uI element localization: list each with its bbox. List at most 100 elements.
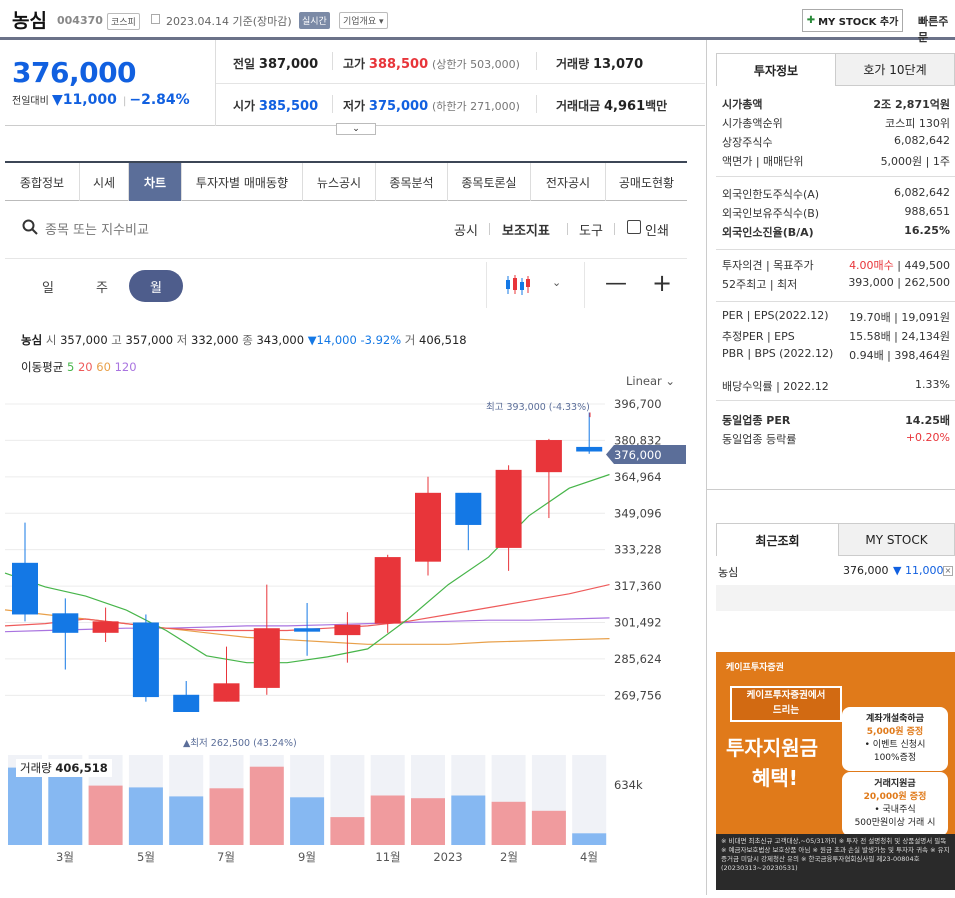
- stock-code: 004370: [57, 14, 103, 27]
- info-label: 투자의견 | 목표주가: [722, 259, 814, 272]
- y-tick-label: 285,624: [614, 652, 662, 666]
- info-value-text: 16.25%: [904, 224, 950, 237]
- divider: [716, 176, 955, 177]
- tab-chart[interactable]: 차트: [129, 163, 182, 201]
- my-stock-add-button[interactable]: ✚ MY STOCK 추가: [802, 9, 903, 32]
- candle-body: [455, 492, 482, 525]
- tab-recent[interactable]: 최근조회: [716, 523, 839, 556]
- info-value-text: 449,500: [904, 259, 951, 272]
- tab-analysis[interactable]: 종목분석: [376, 163, 448, 201]
- info-label: 동일업종 PER: [722, 414, 791, 427]
- search-icon[interactable]: [22, 219, 38, 235]
- tab-investment-info[interactable]: 투자정보: [716, 53, 836, 86]
- volume-bar: [451, 795, 486, 845]
- volume-bar: [249, 766, 284, 845]
- info-value: 5,000원 | 1주: [881, 153, 950, 169]
- tab-mystock[interactable]: MY STOCK: [838, 523, 955, 556]
- x-tick-label: 7월: [217, 850, 235, 864]
- scale-dropdown[interactable]: Linear ⌄: [626, 374, 675, 388]
- info-row: 52주최고 | 최저 393,000 | 262,500: [722, 276, 950, 292]
- volume-bg: [572, 755, 607, 845]
- tab-short-selling[interactable]: 공매도현황: [606, 163, 687, 201]
- period-month[interactable]: 월: [129, 270, 183, 302]
- tab-order-book[interactable]: 호가 10단계: [835, 53, 955, 86]
- x-tick-label: 5월: [137, 850, 155, 864]
- chevron-down-icon[interactable]: ⌄: [552, 276, 561, 289]
- info-value-text: 393,000 | 262,500: [848, 276, 950, 289]
- candle-body: [495, 469, 522, 548]
- volume-axis-label: 634k: [614, 778, 643, 792]
- candle-body: [334, 624, 361, 636]
- base-date: 2023.04.14 기준(장마감): [166, 15, 292, 28]
- print-tool[interactable]: 인쇄: [645, 220, 669, 239]
- info-row: PER | EPS(2022.12) 19.70배 | 19,091원: [722, 309, 950, 325]
- live-badge[interactable]: 실시간: [299, 12, 330, 29]
- tab-overview[interactable]: 종합정보: [5, 163, 80, 201]
- zoom-in-button[interactable]: +: [652, 270, 672, 296]
- volume-bar: [330, 817, 365, 845]
- info-value-text: 6,082,642: [894, 186, 950, 199]
- period-week[interactable]: 주: [75, 270, 129, 302]
- candle-body: [415, 492, 441, 562]
- info-value-text: 5,000원 | 1주: [880, 155, 950, 168]
- info-value-text: +0.20%: [905, 431, 950, 444]
- x-tick-label: 11월: [375, 850, 400, 864]
- y-tick-label: 269,756: [614, 688, 662, 702]
- candle-body: [535, 440, 562, 473]
- recent-stock-name[interactable]: 농심: [718, 564, 738, 580]
- trade-amount: 거래대금 4,961백만: [556, 99, 668, 114]
- x-tick-label: 9월: [298, 850, 316, 864]
- tab-disclosure[interactable]: 전자공시: [531, 163, 606, 201]
- candle-body: [92, 621, 119, 633]
- company-overview-dropdown[interactable]: 기업개요 ▾: [339, 12, 388, 29]
- info-row: 외국인소진율(B/A) 16.25%: [722, 224, 950, 240]
- zoom-out-button[interactable]: —: [605, 273, 627, 295]
- candle-body: [294, 628, 321, 632]
- period-day[interactable]: 일: [21, 270, 75, 302]
- tab-investor-trend[interactable]: 투자자별 매매동향: [182, 163, 303, 201]
- divider: [536, 52, 537, 70]
- volume-bar: [411, 798, 445, 845]
- info-label: 상장주식수: [722, 136, 773, 149]
- candle-body: [12, 562, 38, 615]
- compare-search-input[interactable]: 종목 또는 지수비교: [45, 219, 149, 238]
- y-tick-label: 349,096: [614, 506, 662, 520]
- ad-banner[interactable]: 케이프투자증권 케이프투자증권에서 드리는 투자지원금 혜택! 계좌개설축하금 5…: [716, 652, 955, 890]
- info-label: PER | EPS(2022.12): [722, 309, 829, 322]
- x-tick-label: 2월: [500, 850, 518, 864]
- tab-discussion[interactable]: 종목토론실: [448, 163, 531, 201]
- indicator-tool[interactable]: 보조지표: [502, 220, 550, 239]
- info-row: 시가총액순위 코스피 130위: [722, 115, 950, 131]
- candle-body: [253, 628, 280, 688]
- disclosure-tool[interactable]: 공시: [454, 220, 478, 239]
- volume-bar: [491, 801, 526, 845]
- high-price: 고가 388,500 (상한가 503,000): [343, 57, 520, 72]
- max-price-label: 최고 393,000 (-4.33%): [486, 402, 590, 413]
- print-icon[interactable]: [627, 220, 641, 234]
- close-icon[interactable]: ×: [943, 566, 953, 576]
- info-value: 6,082,642: [894, 134, 950, 150]
- info-value-text: 2조 2,871억원: [873, 98, 950, 111]
- drawing-tool[interactable]: 도구: [579, 220, 603, 239]
- info-value: 0.94배 | 398,464원: [849, 347, 950, 363]
- moving-average-legend[interactable]: 이동평균 5 20 60 120: [21, 359, 137, 375]
- info-row: 배당수익률 | 2022.12 1.33%: [722, 378, 950, 394]
- info-row: 동일업종 등락률 +0.20%: [722, 431, 950, 447]
- info-row: 투자의견 | 목표주가 4.00매수 | 449,500: [722, 257, 950, 273]
- candle-type-icon[interactable]: [505, 274, 531, 296]
- info-label: 액면가 | 매매단위: [722, 155, 804, 168]
- info-label: 외국인보유주식수(B): [722, 207, 820, 220]
- info-value: +0.20%: [906, 431, 950, 447]
- tab-news[interactable]: 뉴스공시: [303, 163, 376, 201]
- expand-toggle-chevron-icon[interactable]: ⌄: [336, 123, 376, 135]
- info-label: 시가총액: [722, 98, 763, 111]
- info-value-text: 988,651: [904, 205, 951, 218]
- info-value: 393,000 | 262,500: [848, 276, 950, 292]
- info-value-text: 15.58배 | 24,134원: [849, 330, 950, 343]
- volume: 거래량 13,070: [556, 57, 644, 72]
- candlestick-chart[interactable]: 396,700380,832364,964349,096333,228317,3…: [0, 390, 700, 760]
- info-row: PBR | BPS (2022.12) 0.94배 | 398,464원: [722, 347, 950, 363]
- tab-quotes[interactable]: 시세: [80, 163, 129, 201]
- ad-box-2: 거래지원금 20,000원 증정 • 국내주식 500만원이상 거래 시: [842, 772, 948, 836]
- y-tick-label: 396,700: [614, 397, 662, 411]
